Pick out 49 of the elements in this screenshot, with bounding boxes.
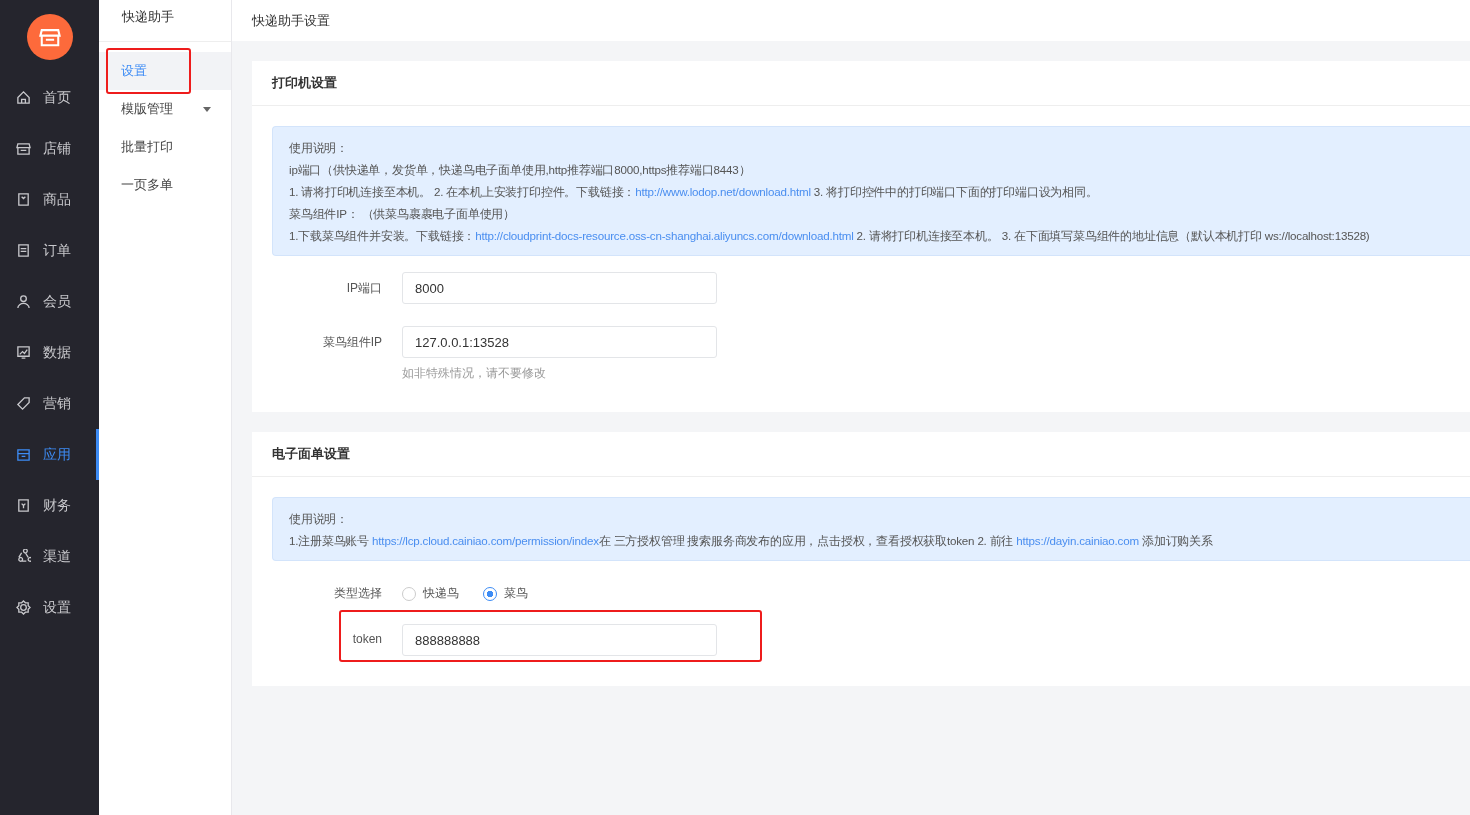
yen-icon xyxy=(16,498,31,513)
radio-option[interactable]: 菜鸟 xyxy=(483,585,528,602)
nav-item[interactable]: 会员 xyxy=(0,276,99,327)
section-title: 打印机设置 xyxy=(252,61,1470,106)
field-label: 类型选择 xyxy=(333,585,382,602)
text-input[interactable]: 8000 xyxy=(402,272,717,304)
settings-icon xyxy=(16,600,31,615)
tag-icon xyxy=(16,396,31,411)
nav-item[interactable]: 财务 xyxy=(0,480,99,531)
submenu-item[interactable]: 一页多单 xyxy=(99,166,231,204)
instruction-text: 1.下载菜鸟组件并安装。下载链接：http://cloudprint-docs-resource.oss-cn-shanghai.aliyuncs.com/download.html 2. 请将打印机连接至本机。 3. 在下面填写菜鸟组件的地址信息（默认本机打印 ws://localhost:13528) xyxy=(289,228,1371,244)
field-label: IP端口 xyxy=(345,280,382,297)
nav-item[interactable]: 订单 xyxy=(0,225,99,276)
document-icon xyxy=(16,243,31,258)
nav-item[interactable]: 设置 xyxy=(0,582,99,633)
caret-icon xyxy=(203,106,211,112)
instruction-text: 1. 请将打印机连接至本机。 2. 在本机上安装打印控件。下载链接：http://www.lodop.net/download.html 3. 将打印控件中的打印端口下面的打印端口设为相同。 xyxy=(289,184,1099,200)
network-icon xyxy=(16,549,31,564)
chart-icon xyxy=(16,345,31,360)
submenu-item[interactable]: 模版管理 xyxy=(99,90,231,128)
store-icon xyxy=(16,141,31,156)
page-title: 快递助手设置 xyxy=(232,0,1470,41)
radio-icon xyxy=(402,586,416,601)
box-icon xyxy=(16,192,31,207)
text-input[interactable]: 127.0.0.1:13528 xyxy=(402,326,717,358)
nav-item[interactable]: 渠道 xyxy=(0,531,99,582)
instruction-text: ip端口（供快递单，发货单，快递鸟电子面单使用,http推荐端口8000,https推荐端口8443） xyxy=(289,162,752,178)
instruction-text: 使用说明： xyxy=(289,511,349,527)
nav-item[interactable]: 店铺 xyxy=(0,123,99,174)
home-icon xyxy=(16,90,31,105)
logo-icon xyxy=(26,14,73,60)
nav-item[interactable]: 商品 xyxy=(0,174,99,225)
submenu-title: 快递助手 xyxy=(99,0,231,42)
text-input[interactable]: 888888888 xyxy=(402,624,717,656)
instruction-text: 菜鸟组件IP： （供菜鸟裹裹电子面单使用） xyxy=(289,206,516,222)
nav-item[interactable]: 数据 xyxy=(0,327,99,378)
radio-icon xyxy=(483,586,497,601)
radio-option[interactable]: 快递鸟 xyxy=(402,585,459,602)
hint-text: 如非特殊情况，请不要修改 xyxy=(402,365,547,382)
user-icon xyxy=(16,294,31,309)
briefcase-icon xyxy=(16,447,31,462)
instruction-text: 1.注册菜鸟账号 https://lcp.cloud.cainiao.com/permission/index在 三方授权管理 搜索服务商发布的应用，点击授权，查看授权获取token 2. 前往 https://dayin.cainiao.com 添加订购关系 xyxy=(289,533,1214,549)
instruction-text: 使用说明： xyxy=(289,140,349,156)
field-label: token xyxy=(351,631,382,646)
field-label: 菜鸟组件IP xyxy=(321,334,382,351)
nav-item[interactable]: 首页 xyxy=(0,72,99,123)
section-title: 电子面单设置 xyxy=(252,432,1470,477)
nav-item[interactable]: 营销 xyxy=(0,378,99,429)
submenu-item[interactable]: 批量打印 xyxy=(99,128,231,166)
